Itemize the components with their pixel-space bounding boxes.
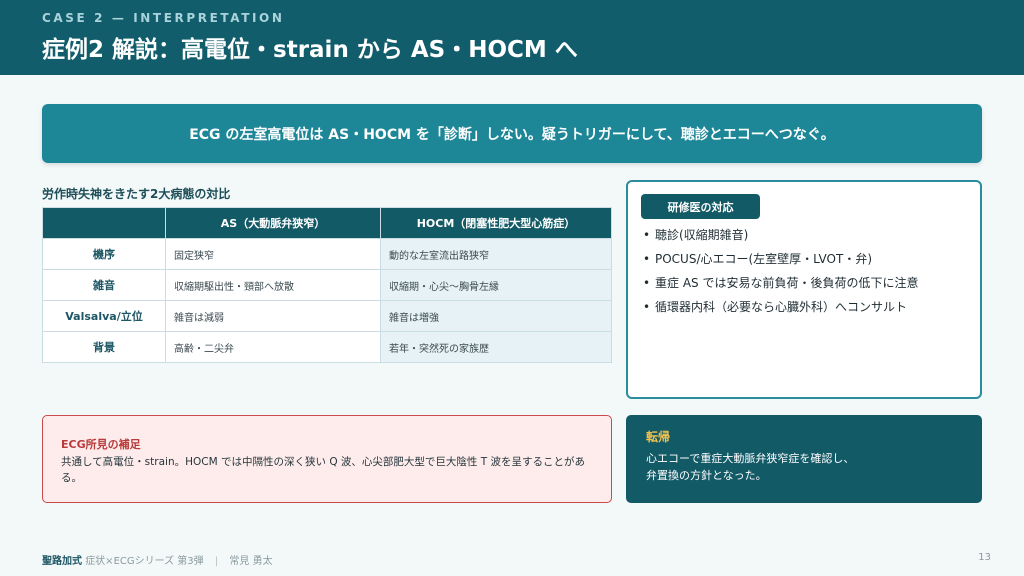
row-label: 雑音: [42, 269, 166, 301]
resident-tag: 研修医の対応: [641, 194, 760, 219]
hocm-cell: 動的な左室流出路狭窄: [380, 238, 612, 270]
list-item: POCUS/心エコー(左室壁厚・LVOT・弁): [643, 247, 918, 271]
row-label: 背景: [42, 331, 166, 363]
outcome-card: 転帰 心エコーで重症大動脈弁狭窄症を確認し、 弁置換の方針となった。: [626, 415, 982, 503]
footer: 聖路加式 症状×ECGシリーズ 第3弾 | 常見 勇太: [42, 552, 273, 567]
row-label: 機序: [42, 238, 166, 270]
resident-actions-card: 研修医の対応 聴診(収縮期雑音) POCUS/心エコー(左室壁厚・LVOT・弁)…: [626, 180, 982, 399]
key-message-banner: ECG の左室高電位は AS・HOCM を「診断」しない。疑うトリガーにして、聴…: [42, 104, 982, 163]
resident-action-list: 聴診(収縮期雑音) POCUS/心エコー(左室壁厚・LVOT・弁) 重症 AS …: [643, 223, 918, 319]
row-label: Valsalva/立位: [42, 300, 166, 332]
slide-title: 症例2 解説：高電位・strain から AS・HOCM へ: [42, 37, 578, 63]
as-cell: 固定狭窄: [165, 238, 381, 270]
outcome-line: 弁置換の方針となった。: [646, 469, 767, 482]
header-as: AS（大動脈弁狭窄）: [165, 207, 381, 239]
hocm-cell: 収縮期・心尖〜胸骨左縁: [380, 269, 612, 301]
table-header-row: AS（大動脈弁狭窄） HOCM（閉塞性肥大型心筋症）: [42, 207, 612, 239]
table-row: 機序 固定狭窄 動的な左室流出路狭窄: [42, 238, 612, 270]
footer-author: 常見 勇太: [229, 556, 273, 567]
list-item: 重症 AS では安易な前負荷・後負荷の低下に注意: [643, 271, 918, 295]
table-row: 背景 高齢・二尖弁 若年・突然死の家族歴: [42, 331, 612, 363]
table-row: Valsalva/立位 雑音は減弱 雑音は増強: [42, 300, 612, 332]
header-empty-cell: [42, 207, 166, 239]
outcome-title: 転帰: [646, 430, 671, 444]
list-item: 循環器内科（必要なら心臓外科）へコンサルト: [643, 295, 918, 319]
ecg-note-card: ECG所見の補足 共通して高電位・strain。HOCM では中隔性の深く狭い …: [42, 415, 612, 503]
table-row: 雑音 収縮期駆出性・頸部へ放散 収縮期・心尖〜胸骨左縁: [42, 269, 612, 301]
header-bar: CASE 2 — INTERPRETATION 症例2 解説：高電位・strai…: [0, 0, 1024, 75]
ecg-note-body: 共通して高電位・strain。HOCM では中隔性の深く狭い Q 波、心尖部肥大…: [61, 456, 586, 484]
as-cell: 高齢・二尖弁: [165, 331, 381, 363]
header-hocm: HOCM（閉塞性肥大型心筋症）: [380, 207, 612, 239]
as-cell: 収縮期駆出性・頸部へ放散: [165, 269, 381, 301]
key-message-text: ECG の左室高電位は AS・HOCM を「診断」しない。疑うトリガーにして、聴…: [189, 126, 835, 143]
ecg-note-title: ECG所見の補足: [61, 438, 141, 451]
hocm-cell: 若年・突然死の家族歴: [380, 331, 612, 363]
page-number: 13: [978, 552, 991, 563]
outcome-body: 心エコーで重症大動脈弁狭窄症を確認し、 弁置換の方針となった。: [646, 450, 966, 484]
case-label: CASE 2 — INTERPRETATION: [42, 11, 285, 25]
list-item: 聴診(収縮期雑音): [643, 223, 918, 247]
footer-series: 症状×ECGシリーズ 第3弾: [85, 556, 204, 567]
footer-separator: |: [214, 556, 219, 567]
comparison-table: AS（大動脈弁狭窄） HOCM（閉塞性肥大型心筋症） 機序 固定狭窄 動的な左室…: [42, 207, 612, 363]
hocm-cell: 雑音は増強: [380, 300, 612, 332]
as-cell: 雑音は減弱: [165, 300, 381, 332]
comparison-title: 労作時失神をきたす2大病態の対比: [42, 187, 231, 201]
footer-brand: 聖路加式: [42, 556, 82, 567]
outcome-line: 心エコーで重症大動脈弁狭窄症を確認し、: [646, 452, 855, 465]
